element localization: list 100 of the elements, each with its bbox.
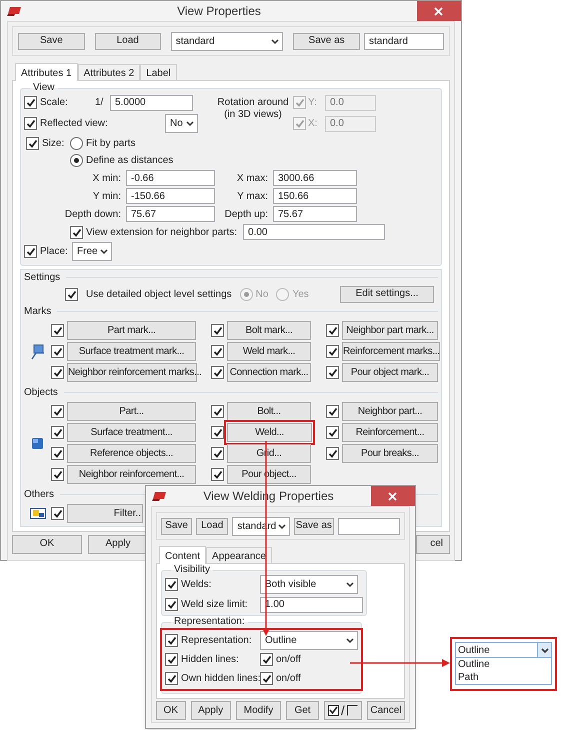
checkbox[interactable] — [24, 117, 37, 130]
checkbox[interactable] — [51, 447, 64, 460]
button[interactable]: Modify — [236, 701, 282, 720]
button[interactable]: OK — [156, 701, 186, 720]
button[interactable]: Part mark... — [67, 321, 196, 340]
button[interactable]: Save — [161, 518, 192, 534]
button[interactable]: Neighbor reinforcement... — [67, 465, 196, 484]
dropdown[interactable]: standard — [170, 32, 284, 50]
checkbox[interactable] — [326, 405, 339, 418]
button[interactable]: Save — [18, 32, 85, 50]
button[interactable]: Load — [196, 518, 228, 534]
checkbox[interactable] — [165, 672, 178, 685]
checkbox[interactable] — [211, 447, 224, 460]
checkbox[interactable] — [165, 653, 178, 666]
dropdown[interactable]: Outline — [455, 642, 552, 658]
label: Depth down: — [64, 208, 121, 222]
checkbox[interactable] — [51, 345, 64, 358]
button[interactable]: Bolt mark... — [227, 321, 311, 340]
checkbox[interactable] — [51, 468, 64, 481]
checkbox[interactable] — [211, 345, 224, 358]
input-field[interactable]: 75.67 — [273, 206, 357, 222]
button[interactable]: Pour breaks... — [342, 444, 438, 463]
button[interactable]: Get — [286, 701, 319, 720]
checkbox[interactable] — [165, 634, 178, 647]
select-toggle-button[interactable]: / — [324, 701, 362, 720]
button[interactable]: Surface treatment mark... — [67, 342, 196, 361]
button[interactable]: Neighbor part mark... — [342, 321, 438, 340]
checkbox[interactable] — [260, 653, 273, 666]
checkbox[interactable] — [24, 96, 37, 109]
checkbox[interactable] — [260, 672, 273, 685]
checkbox[interactable] — [211, 324, 224, 337]
close-button[interactable] — [416, 1, 461, 21]
checkbox[interactable] — [211, 405, 224, 418]
checkbox[interactable] — [51, 405, 64, 418]
radio-button[interactable] — [70, 137, 83, 150]
label: Weld size limit: — [181, 598, 248, 612]
button[interactable]: Weld mark... — [227, 342, 311, 361]
checkbox[interactable] — [51, 507, 64, 520]
input-field[interactable]: 150.66 — [273, 188, 357, 204]
checkbox[interactable] — [211, 366, 224, 379]
button[interactable]: Apply — [88, 534, 148, 554]
input-field[interactable]: 1.00 — [260, 596, 363, 612]
checkbox[interactable] — [24, 244, 37, 258]
button[interactable]: Apply — [190, 701, 231, 720]
label: Own hidden lines: — [181, 672, 260, 686]
checkbox[interactable] — [326, 345, 339, 358]
checkbox[interactable] — [326, 447, 339, 460]
checkbox[interactable] — [326, 426, 339, 439]
input-field[interactable]: -150.66 — [126, 188, 215, 204]
dropdown[interactable]: Free — [72, 242, 112, 260]
input-field[interactable]: standard — [364, 32, 444, 50]
checkbox[interactable] — [211, 426, 224, 439]
list-option[interactable]: Outline — [456, 658, 551, 671]
input-field[interactable]: -0.66 — [126, 170, 215, 186]
checkbox[interactable] — [326, 366, 339, 379]
button[interactable]: Part... — [67, 402, 196, 421]
button[interactable]: Pour object mark... — [342, 363, 438, 382]
button[interactable]: Load — [94, 32, 161, 50]
list-option[interactable]: Path — [456, 671, 551, 684]
checkbox[interactable] — [26, 137, 39, 150]
button[interactable]: Weld... — [227, 423, 312, 442]
label: 1/ — [95, 96, 104, 110]
input-field[interactable]: 5.0000 — [110, 94, 193, 110]
checkbox[interactable] — [211, 468, 224, 481]
checkbox[interactable] — [165, 578, 178, 591]
tab[interactable]: Appearance — [206, 547, 272, 563]
button[interactable]: cel — [416, 534, 450, 554]
close-button[interactable] — [370, 486, 415, 506]
button[interactable]: Neighbor part... — [342, 402, 438, 421]
button[interactable]: Reinforcement... — [342, 423, 438, 442]
button[interactable]: OK — [12, 534, 82, 554]
input-field[interactable]: 75.67 — [126, 206, 215, 222]
checkbox[interactable] — [51, 366, 64, 379]
checkbox[interactable] — [51, 426, 64, 439]
button[interactable]: Connection mark... — [227, 363, 311, 382]
button[interactable]: Reference objects... — [67, 444, 196, 463]
button[interactable]: Bolt... — [227, 402, 311, 421]
button[interactable]: Save as — [293, 32, 360, 50]
checkbox[interactable] — [165, 598, 178, 611]
checkbox[interactable] — [326, 324, 339, 337]
tab[interactable]: Label — [140, 64, 177, 80]
checkbox[interactable] — [51, 324, 64, 337]
button[interactable]: Save as — [294, 518, 334, 534]
radio-button[interactable] — [70, 154, 83, 167]
input-field[interactable] — [338, 518, 400, 534]
button[interactable]: Surface treatment... — [67, 423, 196, 442]
button[interactable]: Filter.. — [67, 504, 143, 523]
caret-icon — [346, 581, 354, 588]
input-field[interactable]: 0.00 — [243, 224, 386, 240]
dropdown[interactable]: No — [165, 114, 198, 133]
button[interactable]: Cancel — [366, 701, 405, 720]
dropdown[interactable]: Outline — [260, 631, 358, 650]
tab[interactable]: Content — [159, 546, 206, 564]
tab[interactable]: Attributes 2 — [78, 64, 140, 80]
label: (in 3D views) — [224, 109, 282, 121]
checkbox[interactable] — [70, 226, 83, 238]
tab[interactable]: Attributes 1 — [15, 63, 78, 81]
label: No — [256, 288, 268, 302]
input-field[interactable]: 3000.66 — [273, 170, 357, 186]
button[interactable]: Reinforcement marks... — [342, 342, 440, 361]
